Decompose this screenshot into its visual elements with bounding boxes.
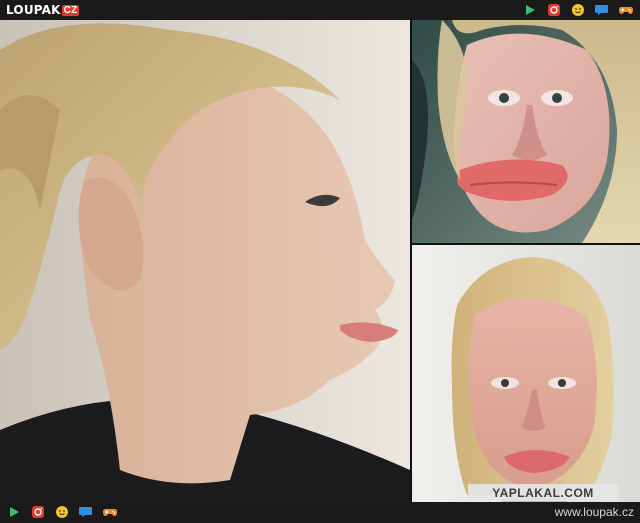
instagram-icon[interactable] [546,3,562,17]
smiley-icon[interactable] [570,3,586,17]
play-icon[interactable] [6,505,22,519]
top-icons [522,3,634,17]
chat-icon[interactable] [78,505,94,519]
play-icon[interactable] [522,3,538,17]
photo-top-right [412,20,640,243]
photo-bottom-right [412,245,640,502]
brand-name: LOUPAK [6,3,61,17]
instagram-icon[interactable] [30,505,46,519]
bottom-icons [6,505,118,519]
footer-url[interactable]: www.loupak.cz [555,505,634,519]
photo-left-profile [0,20,410,502]
gamepad-icon[interactable] [618,3,634,17]
gamepad-icon[interactable] [102,505,118,519]
chat-icon[interactable] [594,3,610,17]
smiley-icon[interactable] [54,505,70,519]
watermark: YAPLAKAL.COM [468,484,618,501]
brand-logo[interactable]: LOUPAK CZ [6,3,80,17]
brand-tld: CZ [61,4,80,16]
